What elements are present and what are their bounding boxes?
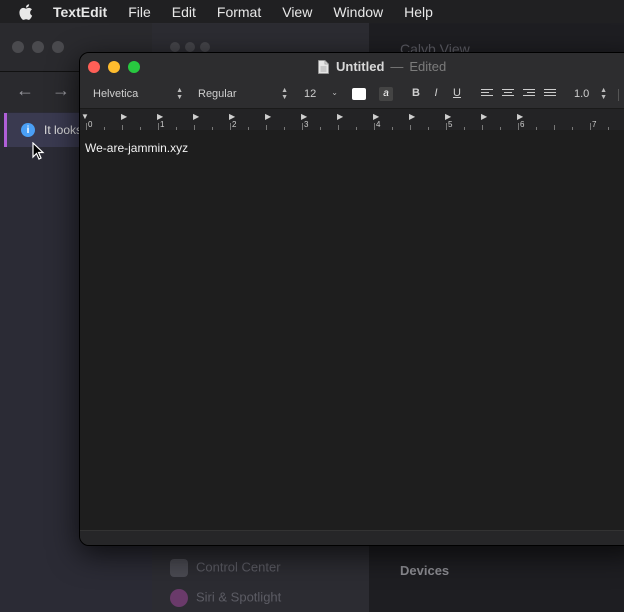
menu-bar: TextEdit File Edit Format View Window He… (0, 0, 624, 23)
window-title: Untitled — Edited (318, 59, 446, 74)
ruler-tick (446, 123, 447, 130)
apple-logo-icon[interactable] (15, 3, 37, 20)
updown-chevron-icon: ▲ ▼ (176, 87, 183, 101)
ruler-tick (230, 123, 231, 130)
info-icon: i (21, 123, 35, 137)
menu-edit[interactable]: Edit (172, 4, 196, 20)
align-justify-icon[interactable] (544, 89, 556, 99)
tab-stop-icon[interactable]: ▶ (193, 112, 199, 121)
tab-stop-icon[interactable]: ▶ (409, 112, 415, 121)
arrow-left-icon[interactable]: ← (16, 80, 34, 101)
tab-stop-icon[interactable]: ▶ (481, 112, 487, 121)
notice-text: It looks (44, 123, 83, 137)
menu-window[interactable]: Window (333, 4, 383, 20)
font-style-select[interactable]: Regular ▲ ▼ (198, 86, 290, 102)
ruler-tick (302, 123, 303, 130)
document-status: Edited (409, 59, 447, 74)
zoom-button[interactable] (128, 61, 140, 73)
bold-button[interactable]: B (409, 87, 423, 99)
maximize-dot[interactable] (52, 41, 64, 53)
text-color-swatch[interactable] (352, 88, 366, 100)
minimize-dot[interactable] (32, 41, 44, 53)
ruler-number: 5 (448, 120, 453, 129)
ruler-tick (158, 123, 159, 130)
chevron-down-icon: ⌄ (331, 88, 338, 97)
tab-stop-icon[interactable]: ▶ (337, 112, 343, 121)
ruler-number: 4 (376, 120, 381, 129)
browser-window-controls (12, 41, 64, 53)
siri-icon (170, 589, 188, 607)
menu-file[interactable]: File (128, 4, 151, 20)
ruler-number: 2 (232, 120, 237, 129)
align-left-icon[interactable] (481, 89, 493, 99)
font-family-select[interactable]: Helvetica ▲ ▼ (93, 86, 185, 102)
close-button[interactable] (88, 61, 100, 73)
ruler-tick (590, 123, 591, 130)
close-dot[interactable] (12, 41, 24, 53)
ruler-number: 0 (88, 120, 93, 129)
updown-chevron-icon: ▲ ▼ (281, 87, 288, 101)
ruler-number: 6 (520, 120, 525, 129)
document-icon (318, 59, 329, 74)
minimize-button[interactable] (108, 61, 120, 73)
title-separator: — (390, 59, 404, 74)
italic-button[interactable]: I (429, 87, 443, 99)
document-editor[interactable]: We-are-jammin.xyz (80, 130, 624, 531)
sidebar-item-control-center[interactable]: Control Center (170, 559, 281, 577)
underline-button[interactable]: U (450, 87, 464, 99)
control-center-icon (170, 559, 188, 577)
ruler-number: 1 (160, 120, 165, 129)
window-controls (88, 61, 140, 73)
menu-view[interactable]: View (282, 4, 312, 20)
ruler-number: 3 (304, 120, 309, 129)
ruler[interactable]: ▼ ▶ ▶ ▶ ▶ ▶ ▶ ▶ ▶ ▶ ▶ ▶ ▶ 0 1 2 3 4 5 6 … (80, 109, 624, 131)
ruler-tick (374, 123, 375, 130)
align-right-icon[interactable] (523, 89, 535, 99)
align-center-icon[interactable] (502, 89, 514, 99)
tab-stop-icon[interactable]: ▶ (121, 112, 127, 121)
ruler-number: 7 (592, 120, 597, 129)
menu-help[interactable]: Help (404, 4, 433, 20)
devices-label: Devices (400, 563, 450, 578)
ruler-tick (86, 123, 87, 130)
menu-app-name[interactable]: TextEdit (53, 4, 107, 20)
toolbar-divider (618, 89, 619, 101)
document-text[interactable]: We-are-jammin.xyz (85, 141, 188, 155)
sidebar-item-siri-spotlight[interactable]: Siri & Spotlight (170, 589, 281, 607)
textedit-titlebar[interactable]: Untitled — Edited (80, 53, 624, 81)
horizontal-scrollbar[interactable] (80, 530, 624, 545)
tab-stop-icon[interactable]: ▶ (265, 112, 271, 121)
arrow-right-icon[interactable]: → (52, 80, 70, 101)
background-color-swatch[interactable]: a (379, 87, 393, 101)
document-title: Untitled (336, 59, 385, 74)
textedit-window: Untitled — Edited Helvetica ▲ ▼ Regular ▲… (79, 52, 624, 546)
menu-format[interactable]: Format (217, 4, 261, 20)
line-spacing-select[interactable]: 1.0 ▲ ▼ (574, 86, 607, 102)
updown-chevron-icon: ▲ ▼ (600, 87, 607, 101)
format-toolbar: Helvetica ▲ ▼ Regular ▲ ▼ 12 ⌄ a B I U 1.0… (80, 81, 624, 109)
mouse-cursor-icon (32, 142, 45, 160)
ruler-tick (518, 123, 519, 130)
font-size-select[interactable]: 12 ⌄ (304, 86, 340, 102)
